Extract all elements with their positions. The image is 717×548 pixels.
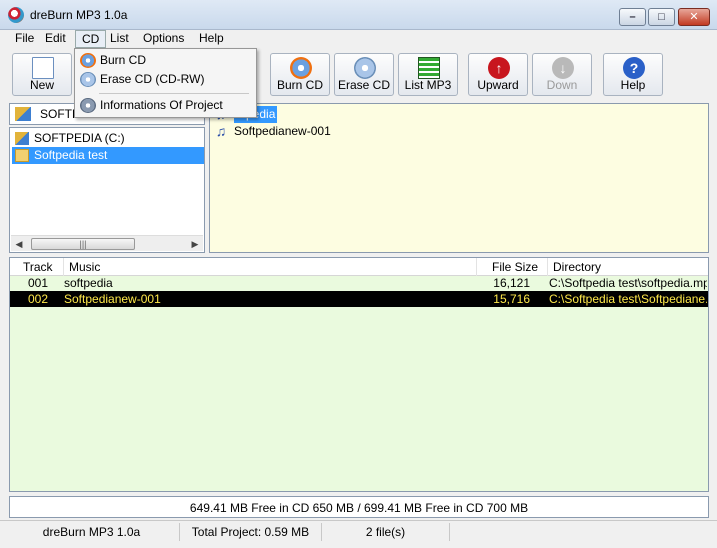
app-cd-icon bbox=[8, 7, 24, 23]
help-label: Help bbox=[620, 78, 646, 92]
title-bar: dreBurn MP3 1.0a – □ ✕ bbox=[0, 0, 717, 30]
table-row[interactable]: 001 softpedia 16,121 C:\Softpedia test\s… bbox=[10, 275, 708, 291]
free-space-info: 649.41 MB Free in CD 650 MB / 699.41 MB … bbox=[9, 496, 709, 518]
table-row[interactable]: 002 Softpedianew-001 15,716 C:\Softpedia… bbox=[10, 291, 708, 307]
menu-edit[interactable]: Edit bbox=[39, 30, 72, 48]
cell-track: 001 bbox=[28, 276, 49, 290]
new-document-icon bbox=[32, 57, 54, 79]
upward-button[interactable]: ↑ Upward bbox=[468, 53, 528, 96]
menu-item-label: Erase CD (CD-RW) bbox=[100, 72, 205, 86]
music-note-icon: ♫ bbox=[215, 123, 227, 139]
cell-track: 002 bbox=[28, 292, 49, 306]
status-file-count: 2 file(s) bbox=[322, 523, 450, 541]
folder-icon bbox=[15, 149, 29, 162]
burn-cd-label: Burn CD bbox=[276, 78, 323, 92]
maximize-button[interactable]: □ bbox=[648, 8, 675, 26]
list-mp3-label: List MP3 bbox=[404, 78, 452, 92]
folder-tree: SOFTPEDIA (C:) Softpedia test ◀ ||| ▶ bbox=[9, 127, 205, 253]
menu-bar: File Edit CD List Options Help bbox=[0, 30, 717, 48]
column-header-music[interactable]: Music bbox=[64, 258, 477, 276]
column-header-track[interactable]: Track bbox=[18, 258, 64, 276]
table-header: Track Music File Size Directory bbox=[10, 258, 708, 276]
menu-item-burn-cd[interactable]: Burn CD bbox=[76, 51, 255, 70]
help-icon: ? bbox=[623, 57, 645, 79]
arrow-down-icon: ↓ bbox=[552, 57, 574, 79]
down-button[interactable]: ↓ Down bbox=[532, 53, 592, 96]
minimize-icon: – bbox=[629, 11, 636, 23]
scrollbar-thumb[interactable]: ||| bbox=[31, 238, 135, 250]
tree-item-drive[interactable]: SOFTPEDIA (C:) bbox=[12, 130, 204, 147]
upward-label: Upward bbox=[477, 78, 519, 92]
file-item-label: Softpedianew-001 bbox=[234, 124, 331, 138]
minimize-button[interactable]: – bbox=[619, 8, 646, 26]
erase-cd-button[interactable]: Erase CD bbox=[334, 53, 394, 96]
window-title: dreBurn MP3 1.0a bbox=[30, 8, 128, 22]
erase-cd-icon bbox=[354, 57, 376, 79]
column-header-directory[interactable]: Directory bbox=[548, 258, 708, 276]
tree-item-label: SOFTPEDIA (C:) bbox=[34, 131, 125, 145]
burn-cd-button[interactable]: Burn CD bbox=[270, 53, 330, 96]
maximize-icon: □ bbox=[658, 11, 665, 23]
cd-menu-dropdown: Burn CD Erase CD (CD-RW) Informations Of… bbox=[74, 48, 257, 118]
new-button-label: New bbox=[29, 78, 54, 92]
drive-icon bbox=[15, 107, 31, 121]
list-icon bbox=[418, 57, 440, 79]
column-header-file-size[interactable]: File Size bbox=[487, 258, 548, 276]
tree-item-folder[interactable]: Softpedia test bbox=[12, 147, 204, 164]
scroll-left-icon[interactable]: ◀ bbox=[12, 237, 26, 251]
burn-cd-icon bbox=[80, 53, 96, 68]
erase-cd-label: Erase CD bbox=[337, 78, 390, 92]
close-icon: ✕ bbox=[689, 11, 699, 23]
cell-music: Softpedianew-001 bbox=[64, 292, 161, 306]
erase-cd-icon bbox=[80, 72, 96, 87]
arrow-up-icon: ↑ bbox=[488, 57, 510, 79]
drive-icon bbox=[15, 132, 29, 145]
scroll-right-icon[interactable]: ▶ bbox=[188, 237, 202, 251]
status-app-name: dreBurn MP3 1.0a bbox=[4, 523, 180, 541]
new-button[interactable]: New bbox=[12, 53, 72, 96]
menu-list[interactable]: List bbox=[104, 30, 135, 48]
track-table: Track Music File Size Directory 001 soft… bbox=[9, 257, 709, 492]
status-total-project: Total Project: 0.59 MB bbox=[180, 523, 322, 541]
close-button[interactable]: ✕ bbox=[678, 8, 710, 26]
menu-item-project-info[interactable]: Informations Of Project bbox=[76, 96, 255, 115]
cell-size: 15,716 bbox=[493, 292, 530, 306]
menu-file[interactable]: File bbox=[9, 30, 40, 48]
menu-item-label: Burn CD bbox=[100, 53, 147, 67]
menu-separator bbox=[99, 93, 249, 94]
project-info-icon bbox=[80, 98, 96, 113]
horizontal-scrollbar[interactable]: ◀ ||| ▶ bbox=[11, 235, 203, 251]
menu-item-label: Informations Of Project bbox=[100, 98, 223, 112]
list-mp3-button[interactable]: List MP3 bbox=[398, 53, 458, 96]
menu-item-erase-cd[interactable]: Erase CD (CD-RW) bbox=[76, 70, 255, 89]
menu-options[interactable]: Options bbox=[137, 30, 190, 48]
status-bar: dreBurn MP3 1.0a Total Project: 0.59 MB … bbox=[0, 520, 717, 542]
tree-item-label: Softpedia test bbox=[34, 148, 108, 162]
burn-cd-icon bbox=[290, 57, 312, 79]
down-label: Down bbox=[546, 78, 578, 92]
help-button[interactable]: ? Help bbox=[603, 53, 663, 96]
cell-music: softpedia bbox=[64, 276, 113, 290]
cell-directory: C:\Softpedia test\Softpediane... bbox=[549, 292, 707, 306]
menu-help[interactable]: Help bbox=[193, 30, 230, 48]
menu-cd[interactable]: CD bbox=[75, 30, 107, 48]
cell-directory: C:\Softpedia test\softpedia.mp3 bbox=[549, 276, 707, 290]
file-list: ♫ ...pedia ♫ Softpedianew-001 bbox=[209, 103, 709, 253]
cell-size: 16,121 bbox=[493, 276, 530, 290]
